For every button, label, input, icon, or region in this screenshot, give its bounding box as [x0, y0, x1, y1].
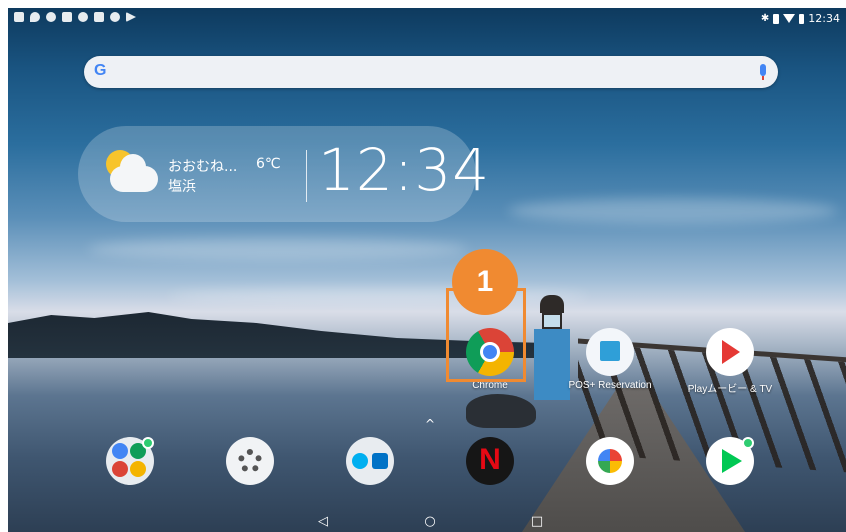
disabled-icon [78, 12, 88, 22]
home-screen: ✱ 12:34 G おおむね... 6℃ 塩浜 12:34 Chrome POS… [8, 8, 846, 532]
wallpaper-cloud [88, 238, 468, 260]
shield-icon [110, 12, 120, 22]
battery-icon [799, 13, 805, 24]
app-label: POS+ Reservation [568, 380, 652, 391]
weather-condition: おおむね... [168, 159, 238, 175]
app-drawer-handle-icon[interactable]: ^ [425, 417, 435, 431]
notification-icon [14, 12, 24, 22]
recents-button[interactable]: □ [527, 514, 547, 529]
mic-icon[interactable] [760, 64, 766, 80]
settings-icon[interactable] [226, 437, 274, 485]
home-button[interactable]: ○ [420, 514, 440, 529]
app-label: Playムービー & TV [687, 384, 773, 395]
notification-dot [142, 437, 154, 449]
widget-clock[interactable]: 12:34 [318, 136, 490, 204]
app-play-movies[interactable]: Playムービー & TV [682, 328, 778, 395]
weather-clock-widget[interactable]: おおむね... 6℃ 塩浜 12:34 [78, 126, 489, 222]
status-time: 12:34 [808, 12, 840, 25]
google-apps-folder-icon[interactable] [106, 437, 154, 485]
play-store-icon[interactable] [706, 437, 754, 485]
google-photos-icon[interactable] [586, 437, 634, 485]
google-search-bar[interactable]: G [84, 56, 778, 88]
vibrate-icon [773, 13, 780, 24]
google-logo-icon: G [94, 62, 107, 79]
skype-mini-icon [352, 453, 368, 469]
step-number-badge: 1 [452, 249, 518, 315]
folder-mini-icon [130, 461, 146, 477]
weather-temperature: 6℃ [256, 156, 281, 172]
status-icons-right: ✱ 12:34 [761, 12, 840, 25]
play-movies-icon [706, 328, 754, 376]
pos-reservation-icon [586, 328, 634, 376]
folder-mini-icon [112, 443, 128, 459]
video-icon [62, 12, 72, 22]
outlook-mini-icon [372, 453, 388, 469]
weather-location: 塩浜 [168, 179, 196, 195]
skype-outlook-folder-icon[interactable] [346, 437, 394, 485]
partly-cloudy-icon [100, 148, 160, 198]
notification-dot [742, 437, 754, 449]
app-pos-reservation[interactable]: POS+ Reservation [562, 328, 658, 391]
status-icons-left [14, 12, 136, 22]
netflix-icon[interactable] [466, 437, 514, 485]
folder-mini-icon [112, 461, 128, 477]
bluetooth-icon: ✱ [760, 13, 770, 24]
image-icon [94, 12, 104, 22]
cloud-icon [46, 12, 56, 22]
back-button[interactable]: ◁ [313, 514, 333, 529]
play-icon [126, 12, 136, 22]
widget-divider [306, 150, 307, 202]
location-icon [30, 12, 40, 22]
navigation-bar: ◁ ○ □ [8, 510, 846, 532]
wallpaper-cloud [508, 198, 838, 224]
wifi-icon [783, 14, 796, 23]
wallpaper-rock [466, 394, 536, 428]
status-bar[interactable]: ✱ 12:34 [8, 8, 846, 30]
